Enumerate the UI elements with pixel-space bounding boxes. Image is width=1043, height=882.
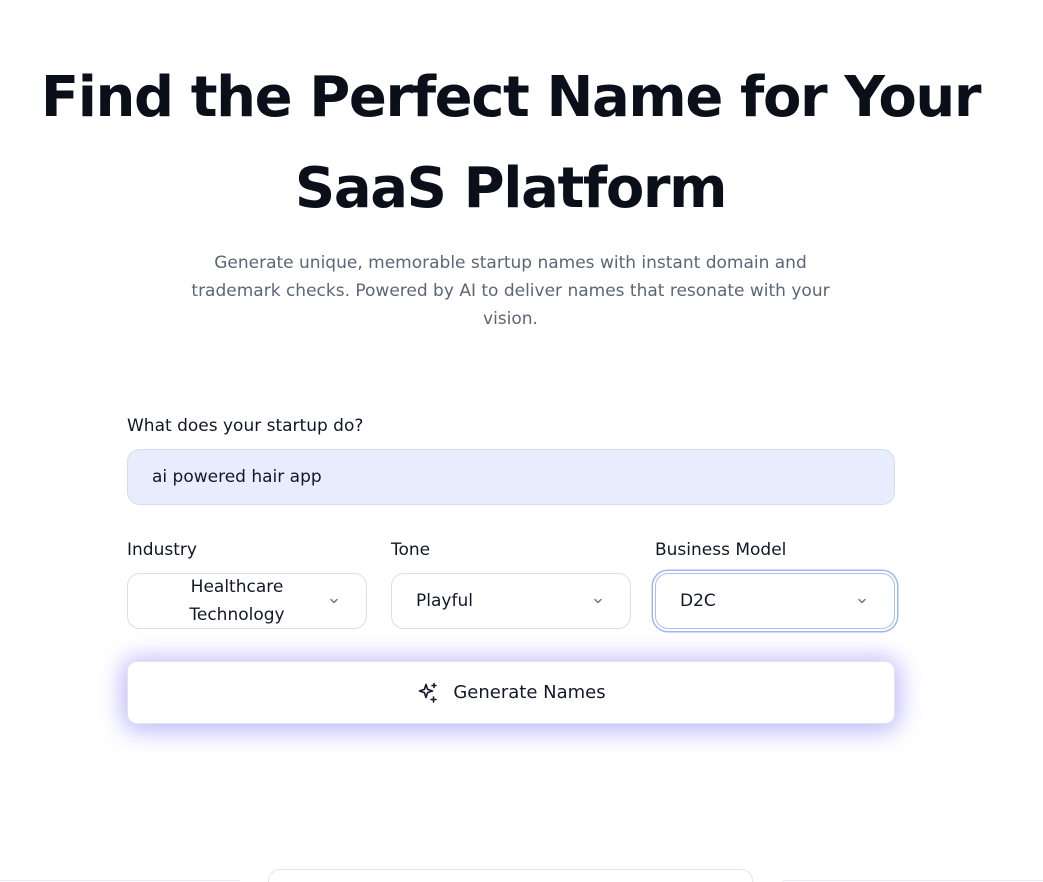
page-subtitle: Generate unique, memorable startup names… [191,253,830,329]
chevron-down-icon [594,598,602,604]
tone-field: Tone Playful [391,538,631,629]
page: Find the Perfect Name for Your SaaS Plat… [0,0,1043,882]
business-model-label: Business Model [655,540,787,560]
business-model-select[interactable]: D2C [655,573,895,629]
tone-label: Tone [391,540,431,560]
business-model-field: Business Model D2C [655,538,895,629]
tone-select-value: Playful [416,591,473,611]
generate-names-button[interactable]: Generate Names [127,661,895,724]
tone-select[interactable]: Playful [391,573,631,629]
chevron-down-icon [330,598,338,604]
industry-field: Industry Healthcare Technology [127,538,367,629]
industry-select[interactable]: Healthcare Technology [127,573,367,629]
industry-select-value: Healthcare Technology [189,577,285,625]
generate-names-label: Generate Names [453,682,606,703]
page-title: Find the Perfect Name for Your SaaS Plat… [0,52,1021,234]
industry-label: Industry [127,540,197,560]
results-card [268,869,753,882]
page-title-line-1: Find the Perfect Name for Your [40,65,982,130]
startup-description-input[interactable] [127,449,895,505]
business-model-select-value: D2C [680,591,716,611]
divider [782,880,1043,881]
page-title-line-2: SaaS Platform [294,156,728,221]
sparkles-icon [419,682,438,703]
chevron-down-icon [858,598,866,604]
divider [0,880,240,881]
startup-description-label: What does your startup do? [127,416,364,436]
